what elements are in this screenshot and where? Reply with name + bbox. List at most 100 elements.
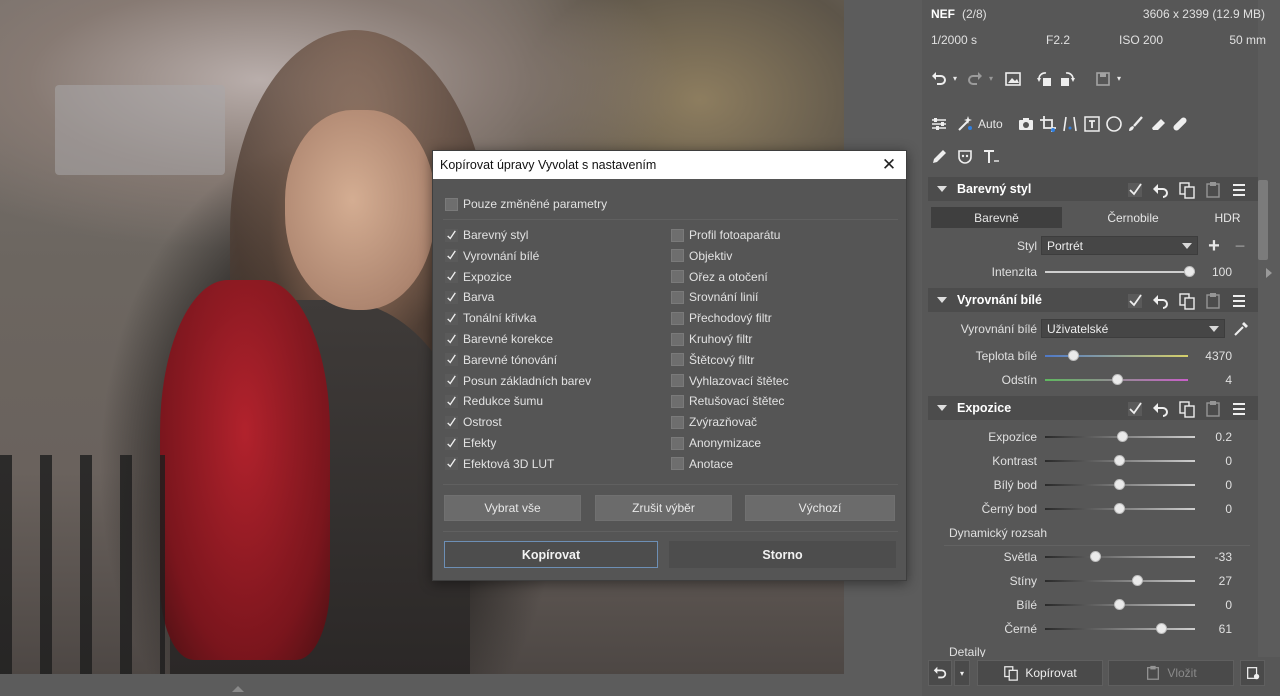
copy-item-checkbox[interactable]: Srovnání linií — [671, 290, 758, 304]
auto-enhance-icon[interactable] — [954, 113, 976, 135]
redo-dropdown-icon[interactable]: ▾ — [986, 68, 996, 90]
copy-item-checkbox[interactable]: Přechodový filtr — [671, 311, 772, 325]
history-dropdown-button[interactable]: ▾ — [954, 660, 970, 686]
copy-item-checkbox[interactable]: Kruhový filtr — [671, 332, 752, 346]
rotate-left-icon[interactable] — [1034, 68, 1056, 90]
face-mask-icon[interactable] — [954, 146, 976, 168]
section-color-style-header[interactable]: Barevný styl — [928, 177, 1258, 201]
compare-image-icon[interactable] — [1002, 68, 1024, 90]
slider-knob[interactable] — [1114, 479, 1125, 490]
healing-icon[interactable] — [1169, 113, 1191, 135]
copy-item-checkbox[interactable]: Barevné tónování — [445, 353, 557, 367]
collapse-icon[interactable] — [937, 405, 947, 411]
rotate-right-icon[interactable] — [1056, 68, 1078, 90]
paste-settings-icon[interactable] — [1202, 398, 1224, 420]
copy-item-checkbox[interactable]: Redukce šumu — [445, 394, 543, 408]
tint-knob[interactable] — [1112, 374, 1123, 385]
copy-item-checkbox[interactable]: Barevný styl — [445, 228, 528, 242]
dialog-cancel-button[interactable]: Storno — [669, 541, 896, 568]
slider-track[interactable] — [1045, 628, 1195, 630]
enable-check-icon[interactable] — [1124, 398, 1146, 420]
collapse-icon[interactable] — [937, 186, 947, 192]
copy-settings-icon[interactable] — [1176, 179, 1198, 201]
eyedropper-icon[interactable] — [1230, 318, 1252, 340]
copy-item-checkbox[interactable]: Ostrost — [445, 415, 502, 429]
tab-black-white[interactable]: Černobile — [1070, 207, 1196, 228]
tab-hdr[interactable]: HDR — [1200, 207, 1255, 228]
copy-item-checkbox[interactable]: Vyhlazovací štětec — [671, 374, 789, 388]
straighten-icon[interactable] — [1059, 113, 1081, 135]
copy-button[interactable]: Kopírovat — [977, 660, 1103, 686]
section-menu-icon[interactable] — [1228, 398, 1250, 420]
slider-track[interactable] — [1045, 556, 1195, 558]
reset-icon[interactable] — [1150, 179, 1172, 201]
enable-check-icon[interactable] — [1124, 290, 1146, 312]
history-undo-button[interactable] — [928, 660, 952, 686]
slider-knob[interactable] — [1117, 431, 1128, 442]
slider-knob[interactable] — [1114, 599, 1125, 610]
section-white-balance-header[interactable]: Vyrovnání bílé — [928, 288, 1258, 312]
paste-settings-icon[interactable] — [1202, 179, 1224, 201]
section-exposure-header[interactable]: Expozice — [928, 396, 1258, 420]
copy-item-checkbox[interactable]: Štětcový filtr — [671, 353, 754, 367]
text-frame-icon[interactable] — [1081, 113, 1103, 135]
camera-icon[interactable] — [1015, 113, 1037, 135]
copy-item-checkbox[interactable]: Barevné korekce — [445, 332, 553, 346]
copy-item-checkbox[interactable]: Anonymizace — [671, 436, 761, 450]
copy-item-checkbox[interactable]: Profil fotoaparátu — [671, 228, 780, 242]
slider-knob[interactable] — [1114, 503, 1125, 514]
tab-color[interactable]: Barevně — [931, 207, 1062, 228]
intensity-slider[interactable] — [1045, 271, 1195, 273]
copy-item-checkbox[interactable]: Zvýrazňovač — [671, 415, 757, 429]
close-icon[interactable]: ✕ — [880, 156, 898, 174]
reset-icon[interactable] — [1150, 398, 1172, 420]
undo-dropdown-icon[interactable]: ▾ — [950, 68, 960, 90]
copy-item-checkbox[interactable]: Tonální křivka — [445, 311, 536, 325]
slider-knob[interactable] — [1090, 551, 1101, 562]
copy-item-checkbox[interactable]: Efektová 3D LUT — [445, 457, 554, 471]
wb-select[interactable]: Uživatelské — [1041, 319, 1225, 338]
section-menu-icon[interactable] — [1228, 290, 1250, 312]
auto-label[interactable]: Auto — [978, 117, 1003, 131]
filmstrip-toggle-icon[interactable] — [232, 686, 244, 692]
deselect-all-button[interactable]: Zrušit výběr — [595, 495, 732, 521]
crop-icon[interactable] — [1037, 113, 1059, 135]
collapse-icon[interactable] — [937, 297, 947, 303]
redo-icon[interactable] — [964, 68, 986, 90]
collapse-panel-icon[interactable] — [1266, 268, 1272, 278]
paste-button[interactable]: Vložit — [1108, 660, 1234, 686]
copy-item-checkbox[interactable]: Expozice — [445, 270, 512, 284]
remove-style-icon[interactable]: − — [1229, 235, 1251, 257]
slider-knob[interactable] — [1132, 575, 1143, 586]
undo-icon[interactable] — [928, 68, 950, 90]
add-style-icon[interactable]: + — [1203, 235, 1225, 257]
only-changed-checkbox[interactable]: Pouze změněné parametry — [445, 197, 607, 211]
temperature-knob[interactable] — [1068, 350, 1079, 361]
copy-item-checkbox[interactable]: Anotace — [671, 457, 733, 471]
slider-knob[interactable] — [1156, 623, 1167, 634]
section-menu-icon[interactable] — [1228, 179, 1250, 201]
eraser-icon[interactable] — [1147, 113, 1169, 135]
style-select[interactable]: Portrét — [1041, 236, 1198, 255]
copy-item-checkbox[interactable]: Retušovací štětec — [671, 394, 784, 408]
temperature-slider[interactable] — [1045, 355, 1188, 357]
brush-icon[interactable] — [1125, 113, 1147, 135]
slider-track[interactable] — [1045, 580, 1195, 582]
copy-item-checkbox[interactable]: Efekty — [445, 436, 496, 450]
annotation-text-icon[interactable] — [980, 146, 1002, 168]
copy-item-checkbox[interactable]: Ořez a otočení — [671, 270, 768, 284]
copy-item-checkbox[interactable]: Vyrovnání bílé — [445, 249, 539, 263]
copy-settings-icon[interactable] — [1176, 290, 1198, 312]
pen-icon[interactable] — [928, 146, 950, 168]
slider-knob[interactable] — [1114, 455, 1125, 466]
save-dropdown-icon[interactable]: ▾ — [1114, 68, 1124, 90]
enable-check-icon[interactable] — [1124, 179, 1146, 201]
copy-item-checkbox[interactable]: Objektiv — [671, 249, 732, 263]
paste-settings-button[interactable] — [1240, 660, 1265, 686]
save-icon[interactable] — [1092, 68, 1114, 90]
panel-scrollbar[interactable] — [1258, 180, 1268, 260]
select-all-button[interactable]: Vybrat vše — [444, 495, 581, 521]
copy-item-checkbox[interactable]: Barva — [445, 290, 494, 304]
adjustments-icon[interactable] — [928, 113, 950, 135]
default-button[interactable]: Výchozí — [745, 495, 895, 521]
